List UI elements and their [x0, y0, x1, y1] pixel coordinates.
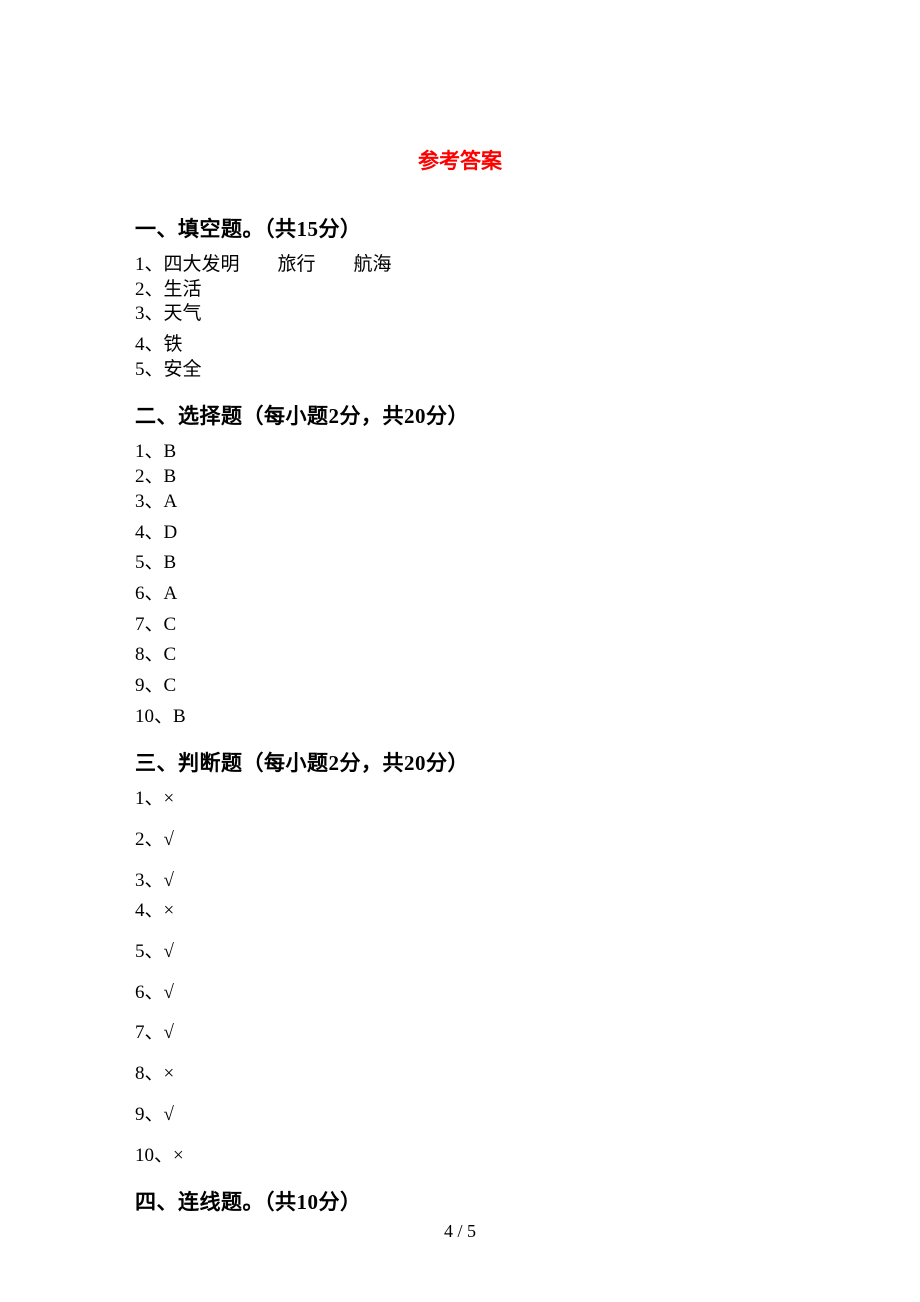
- s3-answer-8: 8、×: [135, 1062, 785, 1087]
- s2-answer-6: 6、A: [135, 582, 785, 607]
- s1-answer-5: 5、安全: [135, 358, 785, 383]
- section-3-heading: 三、判断题（每小题2分，共20分）: [135, 747, 785, 777]
- s1-answer-2: 2、生活: [135, 278, 785, 303]
- s1-answer-3: 3、天气: [135, 302, 785, 327]
- s2-answer-4: 4、D: [135, 521, 785, 546]
- s2-answer-9: 9、C: [135, 674, 785, 699]
- s3-answer-2: 2、√: [135, 828, 785, 853]
- s3-answer-9: 9、√: [135, 1103, 785, 1128]
- s3-answer-6: 6、√: [135, 981, 785, 1006]
- s3-answer-3: 3、√: [135, 869, 785, 894]
- section-4-heading: 四、连线题。（共10分）: [135, 1186, 785, 1216]
- s3-answer-5: 5、√: [135, 940, 785, 965]
- page-number: 4 / 5: [0, 1221, 920, 1242]
- document-page: 参考答案 一、填空题。（共15分） 1、四大发明 旅行 航海 2、生活 3、天气…: [0, 0, 920, 1216]
- s3-answer-4: 4、×: [135, 899, 785, 924]
- s1-answer-4: 4、铁: [135, 333, 785, 358]
- s2-answer-10: 10、B: [135, 705, 785, 730]
- s3-answer-1: 1、×: [135, 787, 785, 812]
- s2-answer-5: 5、B: [135, 551, 785, 576]
- s1-answer-1: 1、四大发明 旅行 航海: [135, 253, 785, 278]
- s2-answer-2: 2、B: [135, 465, 785, 490]
- s2-answer-3: 3、A: [135, 490, 785, 515]
- s3-answer-10: 10、×: [135, 1144, 785, 1169]
- answer-key-title: 参考答案: [135, 145, 785, 175]
- s2-answer-1: 1、B: [135, 440, 785, 465]
- section-1-heading: 一、填空题。（共15分）: [135, 213, 785, 243]
- section-2-heading: 二、选择题（每小题2分，共20分）: [135, 400, 785, 430]
- s2-answer-8: 8、C: [135, 643, 785, 668]
- s3-answer-7: 7、√: [135, 1021, 785, 1046]
- s2-answer-7: 7、C: [135, 613, 785, 638]
